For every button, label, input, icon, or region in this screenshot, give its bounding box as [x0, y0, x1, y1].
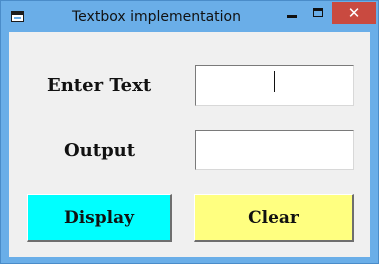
maximize-icon[interactable] — [306, 3, 330, 25]
minimize-icon[interactable] — [278, 3, 306, 25]
clear-button[interactable]: Clear — [194, 194, 354, 242]
output-label: Output — [64, 140, 136, 161]
form-client-area: Enter Text Output Display Clear — [9, 32, 370, 257]
app-window: Textbox implementation ✕ Enter Text Outp… — [0, 0, 379, 264]
enter-text-label: Enter Text — [47, 75, 152, 96]
app-window-icon[interactable] — [11, 11, 24, 22]
text-caret — [274, 71, 275, 92]
output-textbox[interactable] — [195, 130, 354, 170]
window-title: Textbox implementation — [72, 9, 241, 25]
display-button[interactable]: Display — [27, 194, 172, 242]
title-bar[interactable]: Textbox implementation ✕ — [1, 1, 378, 32]
close-icon[interactable]: ✕ — [332, 2, 376, 24]
enter-text-input[interactable] — [195, 65, 354, 106]
